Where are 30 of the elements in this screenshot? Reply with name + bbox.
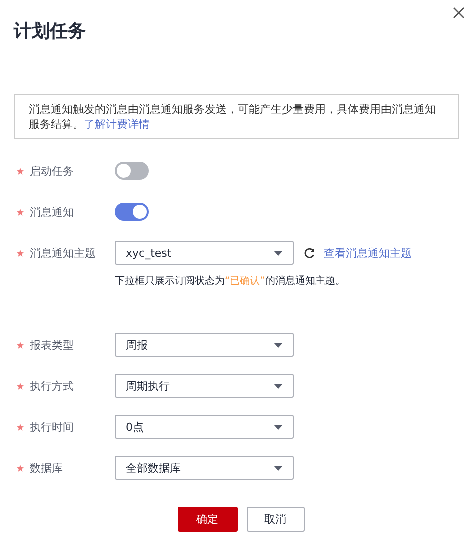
field-label: 执行时间 — [30, 420, 74, 434]
hint-text: 下拉框只展示订阅状态为“已确认”的消息通知主题。 — [115, 274, 346, 288]
field-label: 消息通知主题 — [30, 246, 96, 260]
close-icon — [453, 7, 465, 19]
confirm-button[interactable]: 确定 — [178, 507, 238, 532]
field-label: 数据库 — [30, 460, 63, 476]
refresh-icon — [304, 248, 315, 258]
dropdown-field[interactable]: 全部数据库 — [115, 456, 294, 480]
field-label: 报表类型 — [30, 338, 74, 352]
view-topics-link[interactable]: 查看消息通知主题 — [324, 246, 412, 260]
dropdown-field[interactable]: 周期执行 — [115, 374, 294, 398]
notice-text: 消息通知触发的消息由消息通知服务发送，可能产生少量费用，具体费用由消息通知服务结算。了解计费详情 — [29, 102, 437, 132]
close-button[interactable] — [451, 5, 467, 21]
toggle-switch[interactable] — [115, 162, 149, 180]
dropdown-field[interactable]: xyc_test — [115, 241, 294, 265]
toggle-switch[interactable] — [115, 203, 149, 221]
dropdown-field[interactable]: 0点 — [115, 415, 294, 439]
caret-icon — [274, 424, 283, 430]
field-label: 消息通知 — [30, 204, 74, 220]
billing-link[interactable]: 了解计费详情 — [84, 118, 150, 131]
field-label: 启动任务 — [30, 164, 74, 178]
dropdown-field[interactable]: 周报 — [115, 333, 294, 357]
dialog-title: 计划任务 — [14, 20, 86, 43]
caret-icon — [274, 342, 283, 348]
caret-icon — [274, 384, 283, 388]
caret-icon — [274, 466, 283, 470]
field-label: 执行方式 — [30, 378, 74, 394]
refresh-button[interactable] — [304, 248, 315, 258]
caret-icon — [274, 250, 283, 256]
cancel-button[interactable]: 取消 — [246, 507, 304, 532]
